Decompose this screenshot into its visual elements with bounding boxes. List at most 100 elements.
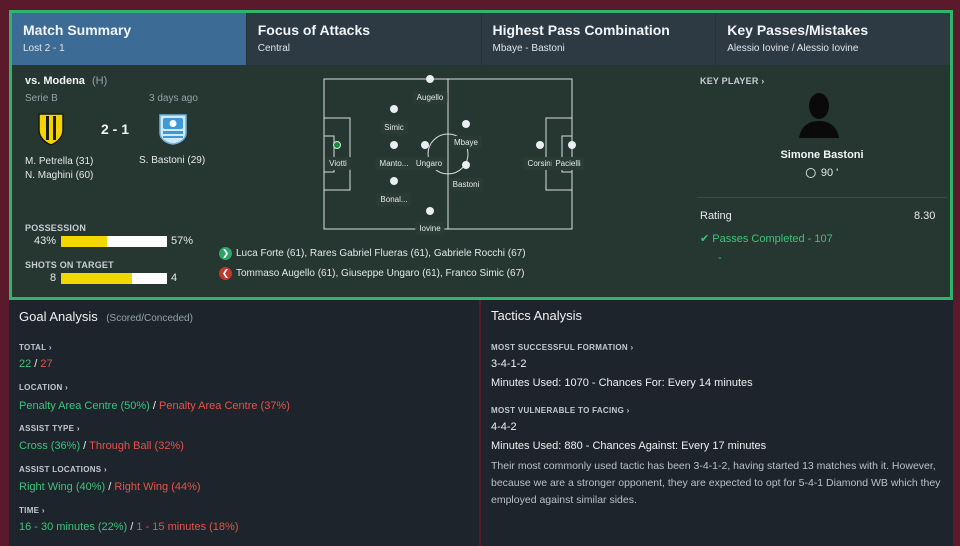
shots-bar (61, 273, 167, 284)
total-link[interactable]: TOTAL › (19, 343, 52, 352)
tab-title: Focus of Attacks (257, 22, 371, 38)
assist-locations-conceded: Right Wing (44%) (114, 481, 201, 493)
home-crest-icon[interactable] (38, 112, 64, 151)
sub-in-icon: ❯ (219, 247, 232, 260)
location-link[interactable]: LOCATION › (19, 383, 68, 392)
location-conceded: Penalty Area Centre (37%) (159, 400, 290, 412)
rating-value: 8.30 (914, 210, 936, 222)
tab-title: Key Passes/Mistakes (727, 22, 869, 38)
chevron-right-icon: › (41, 506, 45, 515)
subs-on-row: ❯ Luca Forte (61), Rares Gabriel Flueras … (219, 247, 526, 260)
opponent-link[interactable]: vs. Modena (25, 75, 85, 87)
key-player-minutes: 90 ' (820, 167, 839, 179)
time-conceded: 1 - 15 minutes (18%) (136, 521, 239, 533)
goal-analysis-subtitle: (Scored/Conceded) (106, 313, 193, 324)
goal-analysis-header: Goal Analysis (Scored/Conceded) (19, 308, 193, 326)
goal-analysis-title: Goal Analysis (19, 309, 98, 324)
player-dot[interactable] (536, 141, 544, 149)
key-stat-row: ✔ Passes Completed - 107 (700, 232, 833, 245)
away-crest-icon[interactable] (158, 113, 188, 150)
thumbs-up-icon: ✔ (700, 233, 710, 245)
total-scored: 22 (19, 358, 32, 370)
location-scored: Penalty Area Centre (50%) (19, 400, 150, 412)
chevron-right-icon: › (630, 343, 634, 352)
player-name-bonal[interactable]: Bonal... (376, 193, 412, 206)
player-name-viotti[interactable]: Viotti (325, 157, 351, 170)
possession-home: 43% (34, 235, 57, 247)
key-player-link[interactable]: KEY PLAYER › (700, 76, 764, 86)
most-vulnerable-label: MOST VULNERABLE TO FACING (491, 406, 625, 415)
player-silhouette-icon[interactable] (797, 90, 841, 143)
shots-home-fill (61, 273, 132, 284)
goal-analysis-panel: Goal Analysis (Scored/Conceded) TOTAL › … (9, 300, 479, 546)
most-successful-label: MOST SUCCESSFUL FORMATION (491, 343, 628, 352)
possession-away: 57% (171, 235, 194, 247)
player-name-iovine[interactable]: Iovine (415, 222, 445, 235)
score: 2 - 1 (101, 121, 130, 137)
time-label: TIME (19, 506, 40, 515)
venue-label: (H) (91, 75, 108, 87)
tactics-analysis-title: Tactics Analysis (491, 308, 583, 323)
player-dot[interactable] (390, 105, 398, 113)
tab-focus-of-attacks[interactable]: Focus of Attacks Central (246, 13, 482, 65)
key-player-label: KEY PLAYER (700, 76, 759, 86)
match-date-label: 3 days ago (149, 93, 198, 104)
subs-on-text: Luca Forte (61), Rares Gabriel Flueras (… (236, 248, 526, 260)
sub-out-icon: ❮ (219, 267, 232, 280)
player-dot[interactable] (421, 141, 429, 149)
tab-highest-pass-combination[interactable]: Highest Pass Combination Mbaye - Bastoni (481, 13, 717, 65)
player-dot[interactable] (568, 141, 576, 149)
tactics-analysis-panel: Tactics Analysis MOST SUCCESSFUL FORMATI… (481, 300, 953, 546)
assist-type-link[interactable]: ASSIST TYPE › (19, 424, 80, 433)
player-name-augello[interactable]: Augello (412, 91, 448, 104)
tab-key-passes-mistakes[interactable]: Key Passes/Mistakes Alessio Iovine / Ale… (716, 13, 950, 65)
chevron-right-icon: › (48, 343, 52, 352)
match-body: vs. Modena (H) Serie B 3 days ago 2 - 1 (12, 65, 950, 297)
key-player-name[interactable]: Simone Bastoni (780, 149, 863, 161)
player-dot[interactable] (462, 161, 470, 169)
assist-type-conceded: Through Ball (32%) (89, 440, 184, 452)
most-vulnerable-link[interactable]: MOST VULNERABLE TO FACING › (491, 406, 630, 415)
chevron-right-icon: › (76, 424, 80, 433)
player-name-simic[interactable]: Simic (380, 121, 408, 134)
player-name-bastoni[interactable]: Bastoni (448, 178, 484, 191)
assist-type-scored: Cross (36%) (19, 440, 81, 452)
tab-bar: Match Summary Lost 2 - 1 Focus of Attack… (12, 13, 950, 65)
tactics-note: Their most commonly used tactic has been… (491, 460, 941, 506)
player-name-pacielli[interactable]: Pacielli (551, 157, 585, 170)
player-dot[interactable] (462, 120, 470, 128)
most-successful-link[interactable]: MOST SUCCESSFUL FORMATION › (491, 343, 633, 352)
possession-label: POSSESSION (25, 223, 87, 233)
home-scorer: N. Maghini (60) (25, 170, 94, 181)
player-dot[interactable] (333, 141, 341, 149)
tab-subtitle: Alessio Iovine / Alessio Iovine (727, 43, 859, 54)
formation-pitch: Augello Simic Mbaye Viotti Manto... Unga… (318, 75, 585, 235)
player-dot[interactable] (390, 177, 398, 185)
assist-locations-link[interactable]: ASSIST LOCATIONS › (19, 465, 107, 474)
player-dot[interactable] (390, 141, 398, 149)
location-label: LOCATION (19, 383, 63, 392)
tab-subtitle: Central (257, 43, 290, 54)
chevron-right-icon: › (103, 465, 107, 474)
shots-label: SHOTS ON TARGET (25, 260, 114, 270)
most-successful-detail: Minutes Used: 1070 - Chances For: Every … (491, 377, 753, 389)
player-name-manto[interactable]: Manto... (375, 157, 413, 170)
tab-title: Highest Pass Combination (492, 22, 670, 38)
key-stat-extra: - (718, 252, 722, 264)
divider (697, 197, 947, 198)
time-scored: 16 - 30 minutes (22%) (19, 521, 128, 533)
shots-home: 8 (50, 272, 57, 284)
possession-bar (61, 236, 167, 247)
player-dot[interactable] (426, 207, 434, 215)
chevron-right-icon: › (761, 76, 765, 86)
away-scorer: S. Bastoni (29) (139, 155, 206, 166)
tab-subtitle: Mbaye - Bastoni (492, 43, 565, 54)
home-scorer: M. Petrella (31) (25, 156, 94, 167)
player-name-ungaro[interactable]: Ungaro (411, 157, 447, 170)
tab-match-summary[interactable]: Match Summary Lost 2 - 1 (12, 13, 247, 65)
most-vulnerable-detail: Minutes Used: 880 - Chances Against: Eve… (491, 440, 767, 452)
match-summary-panel: Match Summary Lost 2 - 1 Focus of Attack… (9, 10, 953, 300)
player-dot[interactable] (426, 75, 434, 83)
time-link[interactable]: TIME › (19, 506, 45, 515)
player-name-mbaye[interactable]: Mbaye (449, 136, 483, 149)
